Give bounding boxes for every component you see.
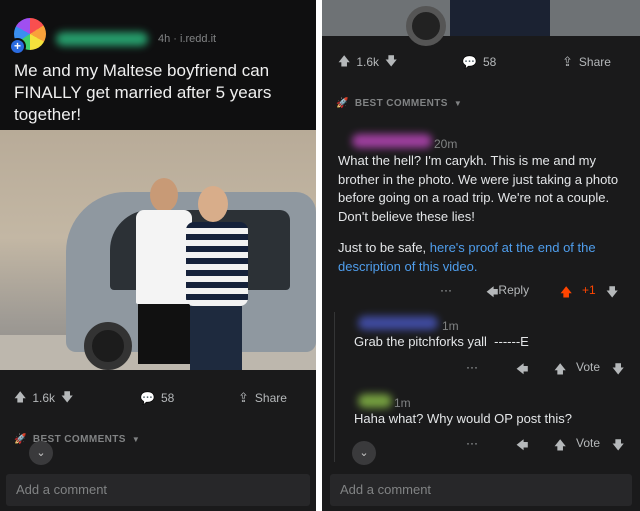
add-comment-input[interactable]: Add a comment <box>6 474 310 506</box>
join-plus-icon[interactable]: + <box>9 38 26 55</box>
redacted-username[interactable] <box>352 134 432 148</box>
best-comments-sort[interactable]: 🚀 BEST COMMENTS ▼ <box>336 98 462 109</box>
comment-time: 1m <box>442 319 459 333</box>
person-left-head <box>150 178 178 212</box>
comments-button[interactable]: 💬 58 <box>140 382 174 414</box>
arrow-up-icon[interactable]: 🡅 <box>560 283 572 304</box>
comment-text: Haha what? Why would OP post this? <box>354 411 572 426</box>
vote-count: 1.6k <box>356 55 380 69</box>
vote-label: Vote <box>576 360 601 374</box>
ellipsis-icon[interactable]: ··· <box>466 436 478 450</box>
redacted-username[interactable] <box>56 32 148 46</box>
speech-bubble-icon: 💬 <box>462 55 477 69</box>
vote-count: 1.6k <box>32 391 56 405</box>
comments-panel: 🡅 1.6k 🡇 💬 58 ⇪ Share 🚀 BEST COMMENTS ▼ … <box>322 0 640 511</box>
speech-bubble-icon: 💬 <box>140 391 155 405</box>
arrow-up-icon[interactable]: 🡅 <box>554 436 566 457</box>
person-right-shirt <box>186 222 248 306</box>
rocket-icon: 🚀 <box>336 98 349 109</box>
share-icon: ⇪ <box>562 54 573 69</box>
comment-text-line2: Just to be safe, here's proof at the end… <box>338 239 634 276</box>
sort-label: BEST COMMENTS <box>354 98 448 109</box>
reply-arrow-icon[interactable]: 🡄 <box>516 360 528 381</box>
car-wheel <box>84 322 132 370</box>
comment-text: What the hell? I'm carykh. This is me an… <box>338 153 619 224</box>
share-label: Share <box>254 391 287 405</box>
post-header: + 4h · i.redd.it Me and my Maltese boyfr… <box>0 0 316 130</box>
arrow-up-icon[interactable]: 🡅 <box>14 388 26 409</box>
post-action-bar: 🡅 1.6k 🡇 💬 58 ⇪ Share <box>0 382 316 414</box>
person-right <box>182 186 254 370</box>
car-wheel <box>406 6 446 46</box>
comment-actions: ··· 🡄 🡅 Vote 🡇 <box>322 360 640 380</box>
arrow-down-icon[interactable]: 🡇 <box>385 52 397 73</box>
share-button[interactable]: ⇪ Share <box>562 46 611 78</box>
reply-button[interactable]: 🡄 Reply <box>486 283 529 304</box>
reply-arrow-icon[interactable]: 🡄 <box>516 436 528 457</box>
ellipsis-icon[interactable]: ··· <box>466 360 478 374</box>
post-action-bar: 🡅 1.6k 🡇 💬 58 ⇪ Share <box>322 46 640 78</box>
chevron-down-icon: ▼ <box>453 99 463 108</box>
arrow-down-icon[interactable]: 🡇 <box>606 283 618 304</box>
post-meta: 4h · i.redd.it <box>158 33 217 45</box>
post-image-strip <box>322 0 640 46</box>
post-panel: + 4h · i.redd.it Me and my Maltese boyfr… <box>0 0 316 511</box>
comments-button[interactable]: 💬 58 <box>462 46 496 78</box>
reply-label: Reply <box>498 283 530 297</box>
comment-time: 1m <box>394 396 411 410</box>
arrow-down-icon[interactable]: 🡇 <box>612 436 624 457</box>
double-chevron-down-icon[interactable]: ⌄ <box>352 441 376 465</box>
comment-text: Grab the pitchforks yall ------E <box>354 334 529 349</box>
person-right-pants <box>190 306 242 370</box>
share-label: Share <box>578 55 611 69</box>
person-legs <box>450 0 550 36</box>
comment-count: 58 <box>160 391 175 405</box>
person-right-head <box>198 186 228 222</box>
rocket-icon: 🚀 <box>14 434 27 445</box>
redacted-username[interactable] <box>358 394 392 408</box>
score: +1 <box>582 283 596 297</box>
double-chevron-down-icon[interactable]: ⌄ <box>29 441 53 465</box>
vote-label: Vote <box>576 436 601 450</box>
share-icon: ⇪ <box>238 390 249 405</box>
chevron-down-icon: ▼ <box>131 435 141 444</box>
arrow-down-icon[interactable]: 🡇 <box>61 388 73 409</box>
ellipsis-icon[interactable]: ··· <box>440 283 452 297</box>
post-title[interactable]: Me and my Maltese boyfriend can FINALLY … <box>14 60 306 126</box>
arrow-down-icon[interactable]: 🡇 <box>612 360 624 381</box>
arrow-up-icon[interactable]: 🡅 <box>554 360 566 381</box>
comment-text-prefix: Just to be safe, <box>338 240 430 255</box>
post-image[interactable] <box>0 130 316 370</box>
comment-time: 20m <box>434 137 458 151</box>
comment-count: 58 <box>482 55 497 69</box>
redacted-username[interactable] <box>358 316 438 330</box>
comment-actions: ··· 🡄 Reply 🡅 +1 🡇 <box>322 283 640 303</box>
share-button[interactable]: ⇪ Share <box>238 382 287 414</box>
arrow-up-icon[interactable]: 🡅 <box>338 52 350 73</box>
add-comment-input[interactable]: Add a comment <box>330 474 632 506</box>
